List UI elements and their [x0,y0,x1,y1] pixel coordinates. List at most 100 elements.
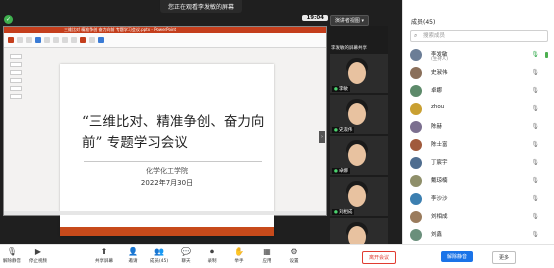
toolbar-label: 录制 [207,259,217,264]
mic-muted-icon[interactable]: 🎙 [531,195,539,202]
slide-date: 2022年7月30日 [140,179,194,187]
toolbar-label: 解除静音 [3,259,21,264]
avatar [410,157,422,169]
leave-meeting-button[interactable]: 离开会议 [362,251,397,264]
toolbar-label: 聊天 [181,259,191,264]
video-tile[interactable]: ●卓娜 [330,136,388,175]
invite-button[interactable]: 👤 邀请 [122,247,144,264]
shared-screen: 三维比对 精准争创 奋力向前 专题学习会议.pptx - PowerPoint … [3,26,327,236]
avatar [410,67,422,79]
avatar [410,103,422,115]
video-strip: 李发敏的屏幕共享 ●李敏 ●史淑伟 ●卓娜 ●刘相成 [330,26,388,244]
mic-icon: ● [334,210,338,215]
tile-name-text: 刘相成 [338,210,353,215]
member-name: 李沙沙 [431,196,448,202]
video-tile[interactable]: ●刘相成 [330,177,388,216]
new-slide-icon [26,37,32,43]
mic-muted-icon[interactable]: 🎙 [531,123,539,130]
slide-thumbnail [10,54,22,59]
video-on-indicator [545,52,548,58]
meeting-view: 您正在观看李发敏的屏幕 ✓ 19:04 演讲者视图 ▾ 三维比对 精准争创 奋力… [0,0,402,244]
share-screen-button[interactable]: ⬆ 共享屏幕 [93,247,115,264]
avatar [410,229,422,241]
security-shield-icon[interactable]: ✓ [4,15,13,24]
apps-button[interactable]: ▦ 应用 [256,247,278,264]
settings-icon: ⚙ [290,247,298,256]
member-row[interactable]: zhou 🎙 [407,100,551,118]
avatar [410,85,422,97]
record-button[interactable]: ⏺ 录制 [201,247,223,265]
face-shape [348,226,366,244]
layout-icon [35,37,41,43]
member-row[interactable]: 陈赫 🎙 [407,118,551,136]
editing-icon [98,37,104,43]
member-row[interactable]: 史淑伟 🎙 [407,64,551,82]
mic-icon: ● [334,128,338,133]
toolbar-label: 应用 [262,259,272,264]
member-row[interactable]: 丁宸宇 🎙 [407,154,551,172]
bold-icon [53,37,59,43]
mic-muted-icon[interactable]: 🎙 [531,69,539,76]
share-screen-icon: ⬆ [100,247,108,256]
member-name: 陈赫 [431,124,443,130]
member-row[interactable]: 卓娜 🎙 [407,82,551,100]
avatar [410,175,422,187]
member-row[interactable]: 陈士富 🎙 [407,136,551,154]
paste-icon [8,37,14,43]
mic-muted-icon[interactable]: 🎙 [531,105,539,112]
mic-muted-button[interactable]: 🎙 解除静音 [1,247,23,264]
slide-footer-bar [60,227,274,236]
mic-muted-icon[interactable]: 🎙 [531,159,539,166]
powerpoint-ribbon [4,33,326,48]
settings-button[interactable]: ⚙ 设置 [283,247,305,264]
panel-title: 成员(45) [411,19,436,26]
members-button[interactable]: 👥 成员(45) [148,247,170,264]
slide-divider [84,161,262,162]
mic-muted-icon[interactable]: 🎙 [531,213,539,220]
arrange-icon [89,37,95,43]
member-row[interactable]: 李发敏 (主持人) 🎙 [407,46,551,64]
member-search-input[interactable]: ⌕ 搜索成员 [410,30,548,42]
more-button[interactable]: 更多 [492,251,517,264]
tile-name-text: 史淑伟 [338,128,353,133]
face-shape [348,62,366,84]
paragraph-icon [71,37,77,43]
mic-muted-icon[interactable]: 🎙 [531,141,539,148]
video-tile-name: ●李敏 [332,86,350,92]
mic-muted-icon: 🎙 [6,247,18,256]
toolbar-label: 共享屏幕 [95,259,113,264]
member-row[interactable]: 刘相成 🎙 [407,208,551,226]
avatar [410,193,422,205]
chat-icon: 💬 [181,247,191,256]
raise-hand-icon: ✋ [234,247,244,256]
raise-hand-button[interactable]: ✋ 举手 [228,247,250,264]
slide-thumbnail [10,78,22,83]
unmute-all-button[interactable]: 解除静音 [441,251,474,262]
apps-icon: ▦ [263,247,271,256]
member-list: 李发敏 (主持人) 🎙 史淑伟 🎙 卓娜 🎙 zhou 🎙 陈赫 🎙 陈士富 🎙 丁宸宇 🎙 戴琼楠 🎙 李沙沙 🎙… [407,46,551,244]
slide-thumbnail [10,86,22,91]
mic-muted-icon[interactable]: 🎙 [531,231,539,238]
collapse-strip-icon[interactable]: › [319,131,325,143]
video-tile[interactable]: ●史淑伟 [330,95,388,134]
member-row[interactable]: 刘鑫 🎙 [407,226,551,244]
video-button[interactable]: ▶ 停止视频 [27,247,49,264]
invite-icon: 👤 [128,247,138,256]
video-tile[interactable]: ●李敏 [330,54,388,93]
chat-button[interactable]: 💬 聊天 [175,247,197,264]
video-icon: ▶ [34,247,42,256]
member-row[interactable]: 戴琼楠 🎙 [407,172,551,190]
participants-panel: 成员(45) ⌕ 搜索成员 李发敏 (主持人) 🎙 史淑伟 🎙 卓娜 🎙 zhou 🎙 陈赫 🎙 陈士… [402,0,554,244]
video-tile[interactable] [330,218,388,244]
slide-thumbnail [10,62,22,67]
slide-thumbnail [10,94,22,99]
viewing-banner: 您正在观看李发敏的屏幕 [159,0,243,13]
mic-on-icon[interactable]: 🎙 [531,51,539,58]
view-mode-button[interactable]: 演讲者视图 ▾ [329,15,369,26]
member-name: 史淑伟 [431,70,448,76]
avatar [410,49,422,61]
mic-muted-icon[interactable]: 🎙 [531,87,539,94]
member-row[interactable]: 李沙沙 🎙 [407,190,551,208]
mic-muted-icon[interactable]: 🎙 [531,177,539,184]
member-name: 刘鑫 [431,232,443,238]
